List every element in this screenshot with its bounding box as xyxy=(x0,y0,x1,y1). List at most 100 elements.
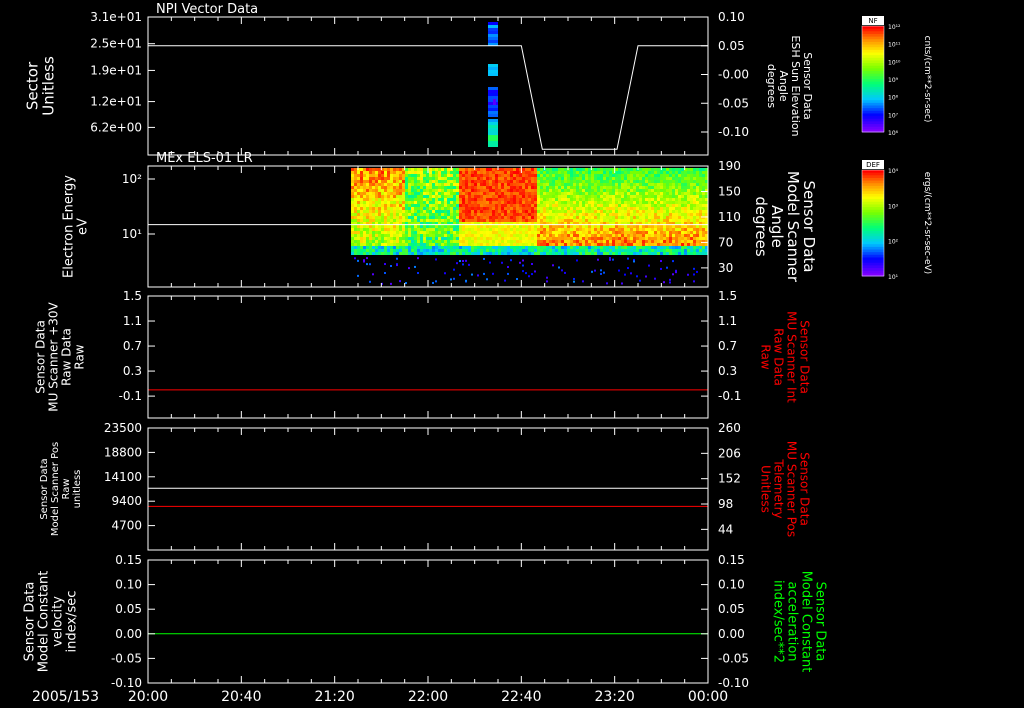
els-spectrogram-cell xyxy=(645,192,648,195)
els-spectrogram-cell xyxy=(366,174,369,177)
els-spectrogram-cell xyxy=(435,189,438,192)
els-spectrogram-cell xyxy=(585,225,588,228)
els-spectrogram-cell xyxy=(696,195,699,198)
els-spectrogram-cell xyxy=(666,266,668,269)
els-spectrogram-cell xyxy=(429,210,432,213)
els-spectrogram-cell xyxy=(534,246,537,249)
els-spectrogram-cell xyxy=(417,249,420,252)
els-spectrogram-cell xyxy=(480,198,483,201)
els-spectrogram-cell xyxy=(357,243,360,246)
els-spectrogram-cell xyxy=(351,201,354,204)
els-spectrogram-cell xyxy=(576,204,579,207)
els-spectrogram-cell xyxy=(495,243,498,246)
sun-elevation-trace xyxy=(148,45,708,150)
els-spectrogram-cell xyxy=(519,186,522,189)
els-spectrogram-cell xyxy=(495,252,498,255)
els-spectrogram-cell xyxy=(363,174,366,177)
els-spectrogram-cell xyxy=(594,269,596,272)
els-spectrogram-cell xyxy=(669,216,672,219)
els-spectrogram-cell xyxy=(495,246,498,249)
els-spectrogram-cell xyxy=(354,198,357,201)
els-spectrogram-cell xyxy=(621,192,624,195)
els-spectrogram-cell xyxy=(543,177,546,180)
els-spectrogram-cell xyxy=(477,216,480,219)
els-spectrogram-cell xyxy=(525,207,528,210)
els-spectrogram-cell xyxy=(549,210,552,213)
els-spectrogram-cell xyxy=(594,216,597,219)
els-spectrogram-cell xyxy=(405,174,408,177)
els-spectrogram-cell xyxy=(354,204,357,207)
els-spectrogram-cell xyxy=(663,168,666,171)
els-spectrogram-cell xyxy=(555,243,558,246)
els-spectrogram-cell xyxy=(681,237,684,240)
els-spectrogram-cell xyxy=(525,237,528,240)
els-spectrogram-cell xyxy=(444,219,447,222)
els-spectrogram-cell xyxy=(393,177,396,180)
els-spectrogram-cell xyxy=(384,246,387,249)
npi-spectrogram-cell xyxy=(488,22,498,25)
els-spectrogram-cell xyxy=(423,168,426,171)
els-spectrogram-cell xyxy=(477,228,480,231)
els-spectrogram-cell xyxy=(651,204,654,207)
els-spectrogram-cell xyxy=(402,192,405,195)
els-spectrogram-cell xyxy=(363,168,366,171)
els-spectrogram-cell xyxy=(423,228,426,231)
els-spectrogram-cell xyxy=(552,243,555,246)
els-spectrogram-cell xyxy=(561,183,564,186)
els-spectrogram-cell xyxy=(630,240,633,243)
els-spectrogram-cell xyxy=(675,207,678,210)
els-spectrogram-cell xyxy=(369,225,372,228)
els-spectrogram-cell xyxy=(648,171,651,174)
els-spectrogram-cell xyxy=(636,186,639,189)
els-spectrogram-cell xyxy=(459,246,462,249)
els-spectrogram-cell xyxy=(630,177,633,180)
els-spectrogram-cell xyxy=(564,249,567,252)
els-spectrogram-cell xyxy=(504,189,507,192)
els-spectrogram-cell xyxy=(426,234,429,237)
els-spectrogram-cell xyxy=(597,171,600,174)
els-spectrogram-cell xyxy=(375,189,378,192)
els-spectrogram-cell xyxy=(522,264,524,267)
els-spectrogram-cell xyxy=(690,243,693,246)
els-spectrogram-cell xyxy=(669,183,672,186)
panel5-y-tick-label: -0.05 xyxy=(111,651,142,665)
els-spectrogram-cell xyxy=(645,231,648,234)
panel4-ylabel-line: unitless xyxy=(72,470,83,509)
els-spectrogram-cell xyxy=(432,168,435,171)
els-spectrogram-cell xyxy=(537,180,540,183)
els-spectrogram-cell xyxy=(411,198,414,201)
els-spectrogram-cell xyxy=(399,201,402,204)
els-spectrogram-cell xyxy=(405,219,408,222)
els-spectrogram-cell xyxy=(447,252,450,255)
els-spectrogram-cell xyxy=(372,174,375,177)
els-spectrogram-cell xyxy=(699,204,702,207)
els-spectrogram-cell xyxy=(543,252,546,255)
els-spectrogram-cell xyxy=(525,216,528,219)
els-spectrogram-cell xyxy=(435,204,438,207)
els-spectrogram-cell xyxy=(585,171,588,174)
els-spectrogram-cell xyxy=(540,192,543,195)
els-spectrogram-cell xyxy=(624,216,627,219)
els-spectrogram-cell xyxy=(687,216,690,219)
els-spectrogram-cell xyxy=(468,189,471,192)
els-spectrogram-cell xyxy=(453,240,456,243)
els-spectrogram-cell xyxy=(384,216,387,219)
els-spectrogram-cell xyxy=(615,171,618,174)
els-spectrogram-cell xyxy=(441,231,444,234)
els-spectrogram-cell xyxy=(681,207,684,210)
els-spectrogram-cell xyxy=(390,186,393,189)
els-spectrogram-cell xyxy=(687,240,690,243)
els-spectrogram-cell xyxy=(369,263,371,266)
els-spectrogram-cell xyxy=(402,216,405,219)
els-spectrogram-cell xyxy=(351,231,354,234)
els-spectrogram-cell xyxy=(366,240,369,243)
els-spectrogram-cell xyxy=(483,195,486,198)
els-spectrogram-cell xyxy=(561,177,564,180)
els-spectrogram-cell xyxy=(666,198,669,201)
els-spectrogram-cell xyxy=(417,174,420,177)
els-spectrogram-cell xyxy=(615,225,618,228)
els-spectrogram-cell xyxy=(618,225,621,228)
els-spectrogram-cell xyxy=(666,171,669,174)
els-spectrogram-cell xyxy=(444,183,447,186)
els-spectrogram-cell xyxy=(510,246,513,249)
